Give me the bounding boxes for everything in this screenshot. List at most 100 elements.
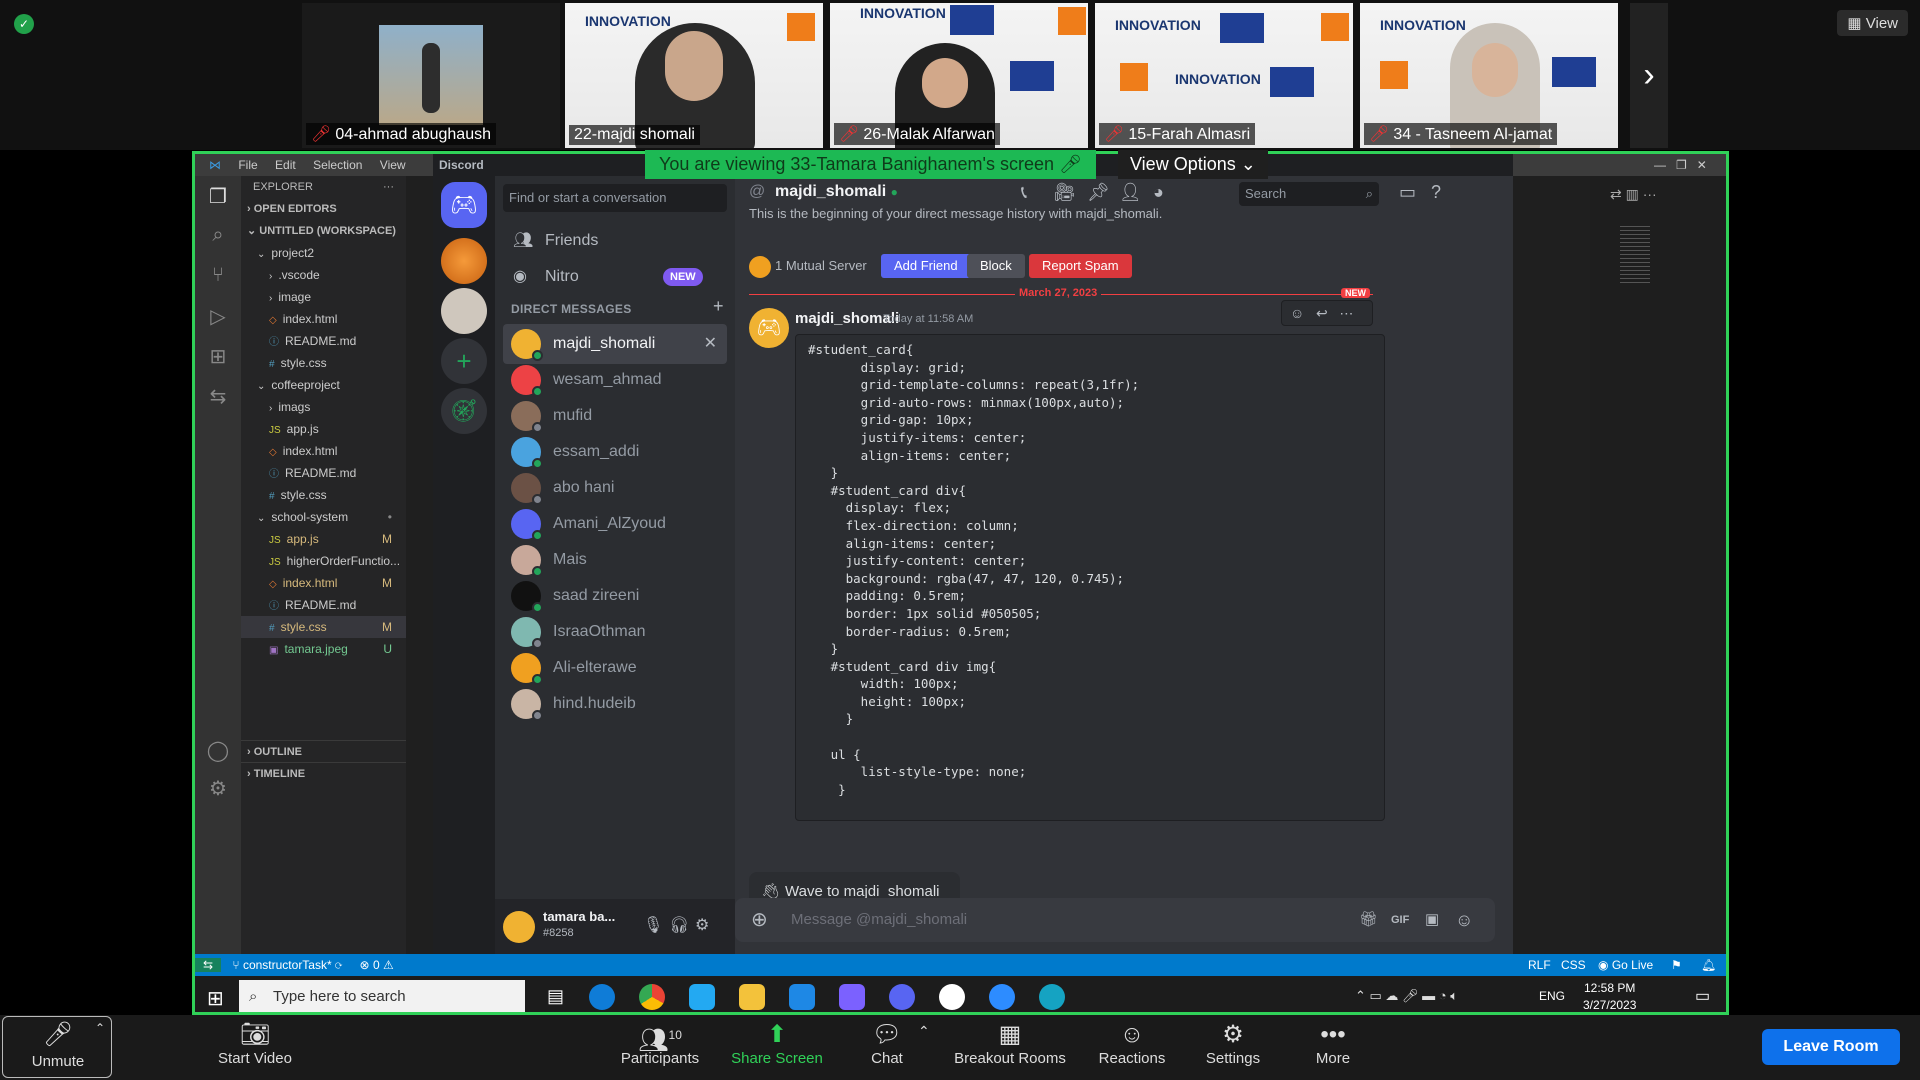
file-tree-item[interactable]: JS app.js — [241, 418, 406, 440]
attach-plus-icon[interactable]: ⊕ — [751, 898, 768, 942]
inbox-icon[interactable]: ▭ — [1399, 182, 1416, 203]
avatar[interactable] — [503, 911, 535, 943]
chat-options-chevron-icon[interactable]: ⌃ — [918, 1023, 930, 1040]
gift-icon[interactable]: 🎁︎ — [1359, 898, 1378, 942]
user-profile-icon[interactable]: ◕ — [1153, 182, 1164, 203]
search-icon[interactable]: ⌕ — [206, 224, 230, 248]
nitro-nav[interactable]: ◉ Nitro NEW — [503, 256, 727, 298]
file-tree-item[interactable]: ⌄ school-system • — [241, 506, 406, 528]
edge-icon[interactable] — [589, 984, 615, 1010]
pin-icon[interactable]: 📌︎ — [1087, 182, 1110, 203]
start-video-button[interactable]: 📷︎ Start Video — [200, 1020, 310, 1067]
participant-tile[interactable]: 🎤︎ 04-ahmad abughaush — [302, 3, 560, 148]
headphones-icon[interactable]: 🎧︎ — [669, 915, 689, 935]
more-options-icon[interactable]: ⋯ — [1339, 305, 1353, 321]
participant-tile[interactable]: INNOVATION 🎤︎ 26-Malak Alfarwan — [830, 3, 1088, 148]
gif-icon[interactable]: GIF — [1391, 898, 1409, 942]
account-icon[interactable]: ◯ — [206, 738, 230, 762]
dm-item[interactable]: abo hani — [503, 468, 727, 508]
dm-item[interactable]: majdi_shomali ✕ — [503, 324, 727, 364]
avatar[interactable]: 🎮︎ — [749, 308, 789, 348]
remote-indicator-icon[interactable]: ⇆ — [195, 958, 222, 972]
menu-view[interactable]: View — [380, 154, 406, 176]
outline-section[interactable]: › OUTLINE — [241, 740, 406, 762]
file-tree-item[interactable]: ⓘ README.md — [241, 462, 406, 484]
participant-tile[interactable]: INNOVATION INNOVATION 🎤︎ 15-Farah Almasri — [1095, 3, 1353, 148]
breakout-rooms-button[interactable]: ▦ Breakout Rooms — [950, 1020, 1070, 1067]
file-tree-item[interactable]: ⌄ coffeeproject — [241, 374, 406, 396]
participant-tile-active[interactable]: INNOVATION 22-majdi shomali — [565, 3, 823, 148]
dm-search-input[interactable]: Find or start a conversation — [503, 184, 727, 212]
run-debug-icon[interactable]: ▷ — [206, 304, 230, 328]
settings-button[interactable]: ⚙ Settings — [1178, 1020, 1288, 1067]
file-tree-item[interactable]: # style.css — [241, 352, 406, 374]
file-tree-item[interactable]: ⓘ README.md — [241, 330, 406, 352]
windows-start-icon[interactable]: ⊞ — [207, 986, 224, 1011]
server-icon[interactable] — [441, 288, 487, 334]
block-button[interactable]: Block — [967, 254, 1025, 278]
errors-indicator[interactable]: ⊗ 0 ⚠ — [346, 958, 394, 972]
view-options-button[interactable]: View Options ⌄ — [1118, 150, 1268, 179]
mic-muted-icon[interactable]: 🎙︎ — [643, 915, 663, 935]
files-icon[interactable]: ❐ — [206, 184, 230, 208]
language-indicator[interactable]: ENG — [1539, 989, 1565, 1003]
security-shield-icon[interactable]: ✓ — [14, 14, 34, 34]
leave-room-button[interactable]: Leave Room — [1762, 1029, 1900, 1065]
reactions-button[interactable]: ☺ Reactions — [1077, 1020, 1187, 1067]
sticker-icon[interactable]: ▣ — [1425, 898, 1439, 942]
wave-button[interactable]: 👋︎ Wave to majdi_shomali — [749, 872, 960, 898]
dm-item[interactable]: wesam_ahmad — [503, 360, 727, 400]
file-tree-item[interactable]: ⌄ project2 — [241, 242, 406, 264]
file-tree-item[interactable]: ⓘ README.md — [241, 594, 406, 616]
editor-actions[interactable]: ⇄ ▥ ··· — [1610, 186, 1657, 203]
file-tree-item[interactable]: # style.css M — [241, 616, 406, 638]
dm-item[interactable]: Amani_AlZyoud — [503, 504, 727, 544]
user-settings-gear-icon[interactable]: ⚙ — [695, 915, 709, 935]
eol-indicator[interactable]: RLF — [1528, 954, 1551, 976]
add-reaction-icon[interactable]: ☺ — [1290, 305, 1304, 321]
more-button[interactable]: ••• More — [1278, 1020, 1388, 1067]
extensions-icon[interactable]: ⊞ — [206, 344, 230, 368]
file-tree-item[interactable]: › imags — [241, 396, 406, 418]
discord-home-icon[interactable]: 🎮︎ — [441, 182, 487, 228]
remote-icon[interactable]: ⇆ — [206, 384, 230, 408]
participant-tile[interactable]: INNOVATION 🎤︎ 34 - Tasneem Al-jamat — [1360, 3, 1618, 148]
window-controls[interactable]: — ❐ ✕ — [1654, 154, 1707, 176]
participants-button[interactable]: 👥︎10 Participants — [605, 1020, 715, 1067]
add-friend-button[interactable]: Add Friend — [881, 254, 971, 278]
view-button[interactable]: ▦ View — [1837, 10, 1908, 36]
menu-selection[interactable]: Selection — [313, 154, 362, 176]
mutual-servers[interactable]: 1 Mutual Server — [775, 258, 867, 273]
help-icon[interactable]: ? — [1431, 182, 1441, 203]
close-dm-icon[interactable]: ✕ — [704, 324, 717, 364]
video-call-icon[interactable]: 🎥︎ — [1053, 182, 1076, 203]
next-page-chevron-icon[interactable]: › — [1630, 3, 1668, 148]
search-input[interactable]: Search ⌕ — [1239, 182, 1379, 206]
menu-edit[interactable]: Edit — [275, 154, 296, 176]
message-input[interactable]: ⊕ Message @majdi_shomali 🎁︎ GIF ▣ ☺ — [735, 898, 1495, 942]
add-server-icon[interactable]: + — [441, 338, 487, 384]
chrome-icon[interactable] — [639, 984, 665, 1010]
menu-file[interactable]: File — [238, 154, 257, 176]
emoji-icon[interactable]: ☺ — [1455, 898, 1473, 942]
report-spam-button[interactable]: Report Spam — [1029, 254, 1132, 278]
file-tree-item[interactable]: JS higherOrderFunctio... — [241, 550, 406, 572]
workspace-section[interactable]: ⌄ UNTITLED (WORKSPACE) — [241, 220, 406, 242]
dm-item[interactable]: Mais — [503, 540, 727, 580]
file-explorer-icon[interactable] — [739, 984, 765, 1010]
settings-gear-icon[interactable]: ⚙ — [206, 776, 230, 800]
edge-icon[interactable] — [1039, 984, 1065, 1010]
file-tree-item[interactable]: ◇ index.html — [241, 308, 406, 330]
file-tree-item[interactable]: ◇ index.html — [241, 440, 406, 462]
app-icon[interactable] — [939, 984, 965, 1010]
call-icon[interactable]: 📞︎ — [1021, 182, 1027, 203]
mail-icon[interactable] — [789, 984, 815, 1010]
open-editors-section[interactable]: › OPEN EDITORS — [241, 198, 406, 220]
branch-indicator[interactable]: ⑂ constructorTask* ⟳ — [224, 958, 342, 972]
explore-compass-icon[interactable]: 🧭︎ — [441, 388, 487, 434]
taskbar-search-input[interactable]: ⌕ Type here to search — [239, 980, 525, 1012]
vscode-icon[interactable] — [689, 984, 715, 1010]
dm-item[interactable]: essam_addi — [503, 432, 727, 472]
file-tree-item[interactable]: ◇ index.html M — [241, 572, 406, 594]
task-view-icon[interactable]: ▤ — [547, 986, 564, 1007]
